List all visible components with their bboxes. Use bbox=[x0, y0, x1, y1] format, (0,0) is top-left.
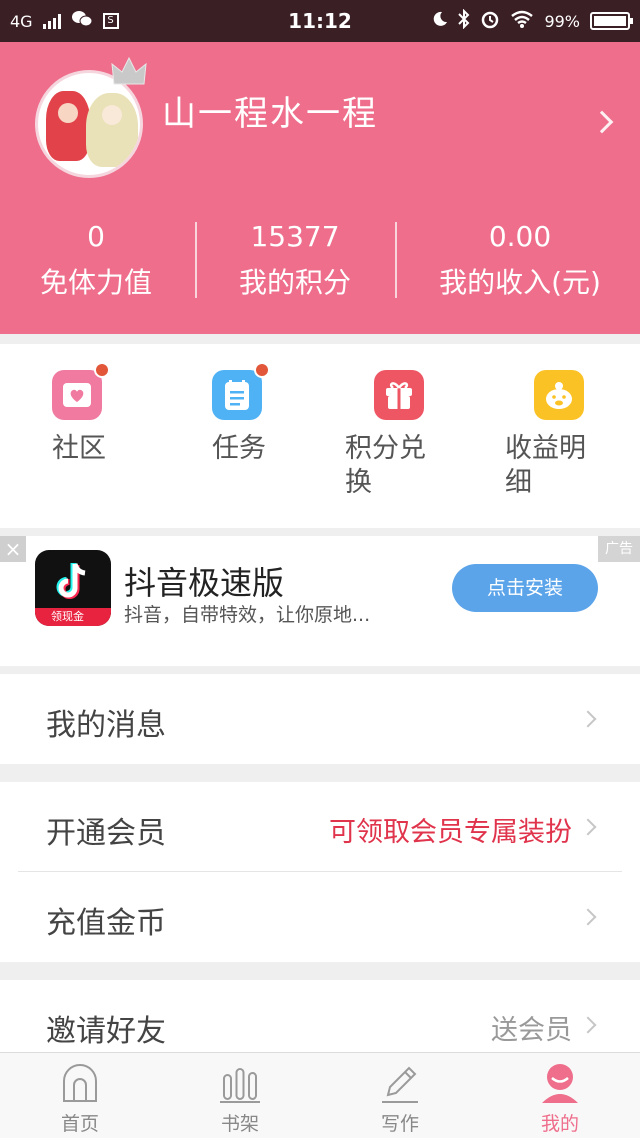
bottom-tab-bar: 首页 书架 写作 我的 bbox=[0, 1052, 640, 1138]
tab-label: 首页 bbox=[60, 1113, 99, 1135]
close-icon[interactable]: × bbox=[0, 536, 26, 562]
douyin-app-icon: 领现金 bbox=[35, 550, 111, 626]
notification-dot bbox=[254, 362, 270, 378]
stat-label: 我的积分 bbox=[238, 266, 351, 299]
action-label: 社区 bbox=[52, 433, 106, 464]
action-earnings-detail[interactable]: 收益明细 bbox=[505, 370, 640, 500]
menu-item-label: 邀请好友 bbox=[46, 1014, 166, 1049]
ad-tag: 广告 bbox=[598, 536, 640, 562]
stat-value: 15377 bbox=[250, 220, 340, 253]
action-label: 收益明细 bbox=[505, 433, 586, 498]
ad-badge: 领现金 bbox=[35, 608, 111, 626]
stat-value: 0 bbox=[87, 220, 105, 253]
action-points-exchange[interactable]: 积分兑换 bbox=[345, 370, 494, 500]
profile-header[interactable]: 山一程水一程 0 免体力值 15377 我的积分 0.00 我的收入(元) bbox=[0, 42, 640, 334]
menu-item-recharge-coins[interactable]: 充值金币 bbox=[0, 872, 640, 962]
menu-item-vip[interactable]: 开通会员 可领取会员专属装扮 bbox=[0, 782, 640, 872]
ad-title: 抖音极速版 bbox=[124, 564, 285, 602]
tab-write[interactable]: 写作 bbox=[360, 1061, 440, 1136]
tab-bookshelf[interactable]: 书架 bbox=[200, 1061, 280, 1136]
piggy-bank-icon bbox=[534, 370, 584, 420]
quick-actions: 社区 任务 积分兑换 收益明细 bbox=[0, 344, 640, 528]
notification-dot bbox=[94, 362, 110, 378]
menu-block-account: 开通会员 可领取会员专属装扮 充值金币 bbox=[0, 782, 640, 962]
stat-stamina[interactable]: 0 免体力值 bbox=[16, 220, 176, 301]
stat-label: 免体力值 bbox=[39, 266, 152, 299]
action-community[interactable]: 社区 bbox=[52, 362, 172, 466]
chevron-right-icon[interactable] bbox=[590, 110, 614, 134]
chevron-right-icon bbox=[579, 818, 597, 836]
install-button[interactable]: 点击安装 bbox=[452, 564, 598, 612]
bluetooth-icon bbox=[458, 8, 470, 33]
menu-item-label: 充值金币 bbox=[46, 906, 166, 941]
pen-icon bbox=[382, 1066, 418, 1103]
menu-item-label: 我的消息 bbox=[46, 708, 166, 743]
tab-label: 书架 bbox=[220, 1113, 259, 1135]
tab-home[interactable]: 首页 bbox=[40, 1061, 120, 1136]
bookshelf-icon bbox=[220, 1068, 260, 1103]
chevron-right-icon bbox=[579, 908, 597, 926]
profile-icon bbox=[542, 1064, 578, 1103]
vip-promo-text: 可领取会员专属装扮 bbox=[329, 817, 572, 848]
menu-item-label: 开通会员 bbox=[46, 816, 166, 851]
stat-divider bbox=[395, 222, 397, 298]
battery-percent: 99% bbox=[544, 11, 580, 31]
task-icon bbox=[212, 362, 270, 420]
status-bar: 4G S 11:12 99% bbox=[0, 0, 640, 42]
action-tasks[interactable]: 任务 bbox=[212, 362, 332, 466]
username: 山一程水一程 bbox=[162, 94, 378, 134]
battery-icon bbox=[590, 12, 633, 30]
action-label: 积分兑换 bbox=[345, 433, 426, 498]
invite-reward-text: 送会员 bbox=[491, 1015, 572, 1046]
wifi-icon bbox=[510, 10, 534, 32]
moon-icon bbox=[432, 11, 448, 31]
chevron-right-icon bbox=[579, 1016, 597, 1034]
crown-icon bbox=[111, 56, 147, 85]
chevron-right-icon bbox=[579, 710, 597, 728]
community-icon bbox=[52, 362, 110, 420]
gift-icon bbox=[374, 370, 424, 420]
ad-description: 抖音，自带特效，让你原地... bbox=[124, 604, 371, 626]
stat-points[interactable]: 15377 我的积分 bbox=[215, 220, 375, 301]
stat-value: 0.00 bbox=[488, 220, 552, 253]
home-icon bbox=[63, 1064, 97, 1102]
stat-divider bbox=[195, 222, 197, 298]
tab-label: 写作 bbox=[380, 1113, 419, 1135]
stat-label: 我的收入(元) bbox=[439, 266, 601, 299]
stat-income[interactable]: 0.00 我的收入(元) bbox=[415, 220, 625, 301]
alarm-icon bbox=[480, 9, 500, 33]
menu-block-messages: 我的消息 bbox=[0, 674, 640, 764]
action-label: 任务 bbox=[212, 433, 266, 464]
menu-item-messages[interactable]: 我的消息 bbox=[0, 674, 640, 764]
ad-banner[interactable]: × 广告 领现金 抖音极速版 抖音，自带特效，让你原地... 点击安装 bbox=[0, 536, 640, 666]
tab-mine[interactable]: 我的 bbox=[520, 1061, 600, 1136]
tab-label: 我的 bbox=[540, 1113, 579, 1135]
